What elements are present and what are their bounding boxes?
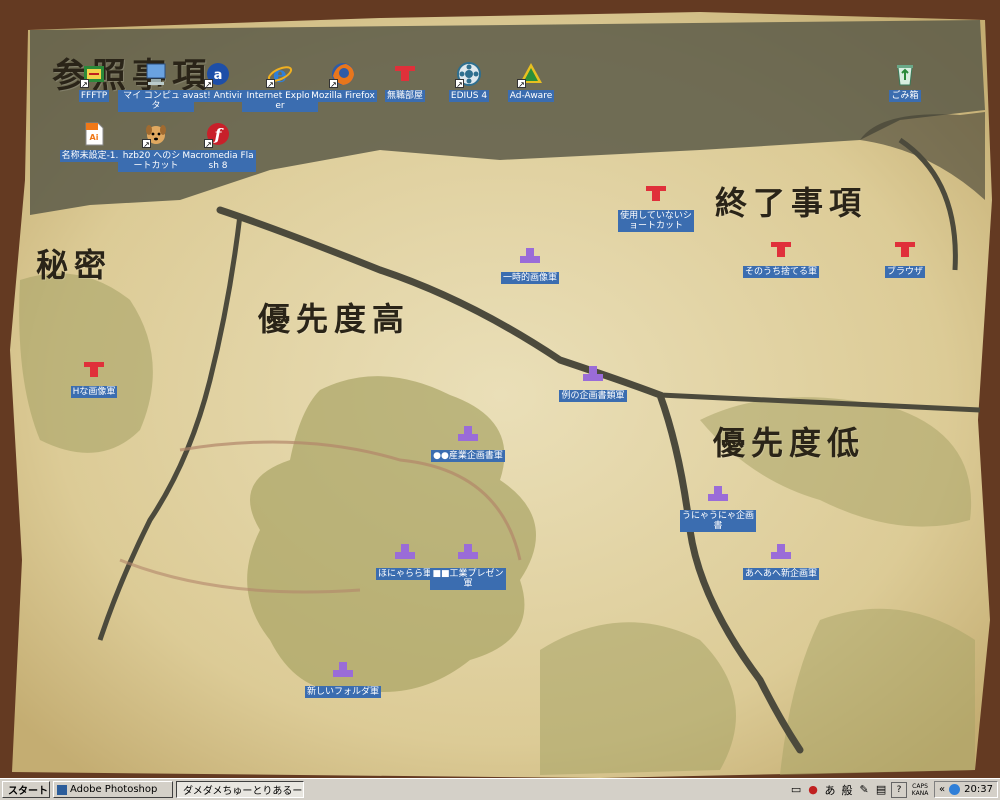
ffftp-icon: ↗: [80, 60, 108, 89]
avast-icon: a ↗: [204, 60, 232, 89]
red-folder-icon: [642, 180, 670, 208]
desktop-icon-adaware[interactable]: ↗ Ad-Aware: [493, 60, 569, 102]
purple-folder-icon: [329, 656, 357, 684]
start-label: スタート: [8, 786, 48, 797]
svg-text:a: a: [214, 68, 223, 83]
icon-label: 一時的画像軍: [500, 272, 559, 284]
caps-kana-indicator: CAPS KANA: [911, 782, 929, 797]
purple-folder-icon: [454, 420, 482, 448]
ime-dictionary-icon[interactable]: ▤: [874, 783, 888, 797]
desktop-folder-h-images[interactable]: Hな画像軍: [56, 356, 132, 398]
ime-tool-icon[interactable]: ✎: [857, 783, 871, 797]
icon-label: 使用していないショートカット: [618, 210, 694, 232]
desktop-folder-unyaunya[interactable]: うにゃうにゃ企画書: [680, 480, 756, 532]
start-button[interactable]: スタート: [2, 781, 50, 798]
notification-area: « 20:37: [934, 781, 998, 798]
desktop-folder-new-folder[interactable]: 新しいフォルダ軍: [305, 656, 381, 698]
icon-label: ●●産業企画書軍: [431, 450, 505, 462]
icon-label: そのうち捨てる軍: [743, 266, 819, 278]
help-icon[interactable]: ?: [891, 781, 908, 798]
icon-label: 無職部屋: [384, 90, 425, 102]
clock[interactable]: 20:37: [964, 784, 993, 795]
desktop-folder-ahe-plan[interactable]: あへあへ新企画軍: [743, 538, 819, 580]
region-label-low-priority: 優先度低: [713, 424, 866, 462]
task-label: ダメダメちゅーとりあるー日...: [183, 786, 303, 797]
purple-folder-icon: [516, 242, 544, 270]
icon-label: うにゃうにゃ企画書: [680, 510, 756, 532]
icon-label: ブラウザ: [884, 266, 925, 278]
edius-icon: ↗: [455, 60, 483, 89]
red-folder-icon: [391, 60, 419, 88]
icon-label: 新しいフォルダ軍: [305, 686, 381, 698]
ime-kanji-text[interactable]: 般: [840, 783, 854, 797]
icon-label: ■■工業プレゼン軍: [430, 568, 506, 590]
firefox-icon: ↗: [329, 60, 357, 89]
purple-folder-icon: [704, 480, 732, 508]
antivirus-tray-icon[interactable]: ●: [806, 783, 820, 797]
desktop-folder-industry-plan[interactable]: ●●産業企画書軍: [430, 420, 506, 462]
icon-label: ほにゃらら軍: [375, 568, 434, 580]
desktop-folder-soon-discard[interactable]: そのうち捨てる軍: [743, 236, 819, 278]
flash-icon: f ↗: [204, 120, 232, 149]
show-hidden-icons-button[interactable]: «: [939, 784, 945, 795]
icon-label: Hな画像軍: [70, 386, 118, 398]
icon-label: あへあへ新企画軍: [743, 568, 819, 580]
ie-tray-icon[interactable]: [949, 784, 961, 795]
svg-text:e: e: [273, 62, 287, 87]
task-label: Adobe Photoshop: [70, 784, 158, 795]
network-icon[interactable]: ▭: [789, 783, 803, 797]
taskbar-task-firefox[interactable]: ダメダメちゅーとりあるー日...: [176, 781, 304, 798]
photoshop-icon: [57, 784, 67, 795]
icon-label: Macromedia Flash 8: [180, 150, 256, 172]
region-label-finished: 終了事項: [715, 184, 868, 222]
illustrator-file-icon: Ai: [80, 120, 108, 148]
desktop-icon-flash[interactable]: f ↗ Macromedia Flash 8: [180, 120, 256, 172]
adaware-icon: ↗: [517, 60, 545, 89]
red-folder-icon: [767, 236, 795, 264]
red-folder-icon: [891, 236, 919, 264]
icon-label: FFFTP: [78, 90, 110, 102]
ime-mode-text[interactable]: あ: [823, 783, 837, 797]
map-wallpaper: [0, 0, 1000, 778]
taskbar: スタート Adobe Photoshop ダメダメちゅーとりあるー日... ▭ …: [0, 778, 1000, 800]
desktop-folder-presentation[interactable]: ■■工業プレゼン軍: [430, 538, 506, 590]
icon-label: 例の企画書類軍: [559, 390, 627, 402]
recycle-bin-icon: [891, 60, 919, 88]
svg-text:Ai: Ai: [90, 133, 99, 142]
icon-label: EDIUS 4: [448, 90, 490, 102]
desktop-folder-temp-images[interactable]: 一時的画像軍: [492, 242, 568, 284]
purple-folder-icon: [391, 538, 419, 566]
purple-folder-icon: [454, 538, 482, 566]
region-label-secret: 秘密: [36, 246, 113, 284]
desktop-icon-recycle-bin[interactable]: ごみ箱: [867, 60, 943, 102]
dog-icon: ↗: [142, 120, 170, 149]
system-tray: ▭ ● あ 般 ✎ ▤ ? CAPS KANA: [785, 781, 934, 798]
computer-icon: [142, 60, 170, 88]
region-label-high-priority: 優先度高: [258, 300, 411, 338]
icon-label: Ad-Aware: [507, 90, 555, 102]
desktop-folder-browser[interactable]: ブラウザ: [867, 236, 943, 278]
purple-folder-icon: [579, 360, 607, 388]
icon-label: ごみ箱: [889, 90, 921, 102]
desktop-folder-plans[interactable]: 例の企画書類軍: [555, 360, 631, 402]
desktop[interactable]: 参照事項 終了事項 秘密 優先度高 優先度低 ↗ FFFTP マイ コンピュータ…: [0, 0, 1000, 778]
red-folder-icon: [80, 356, 108, 384]
internet-explorer-icon: e ↗: [266, 60, 294, 89]
taskbar-task-photoshop[interactable]: Adobe Photoshop: [53, 781, 173, 798]
desktop-folder-unused-shortcuts[interactable]: 使用していないショートカット: [618, 180, 694, 232]
purple-folder-icon: [767, 538, 795, 566]
